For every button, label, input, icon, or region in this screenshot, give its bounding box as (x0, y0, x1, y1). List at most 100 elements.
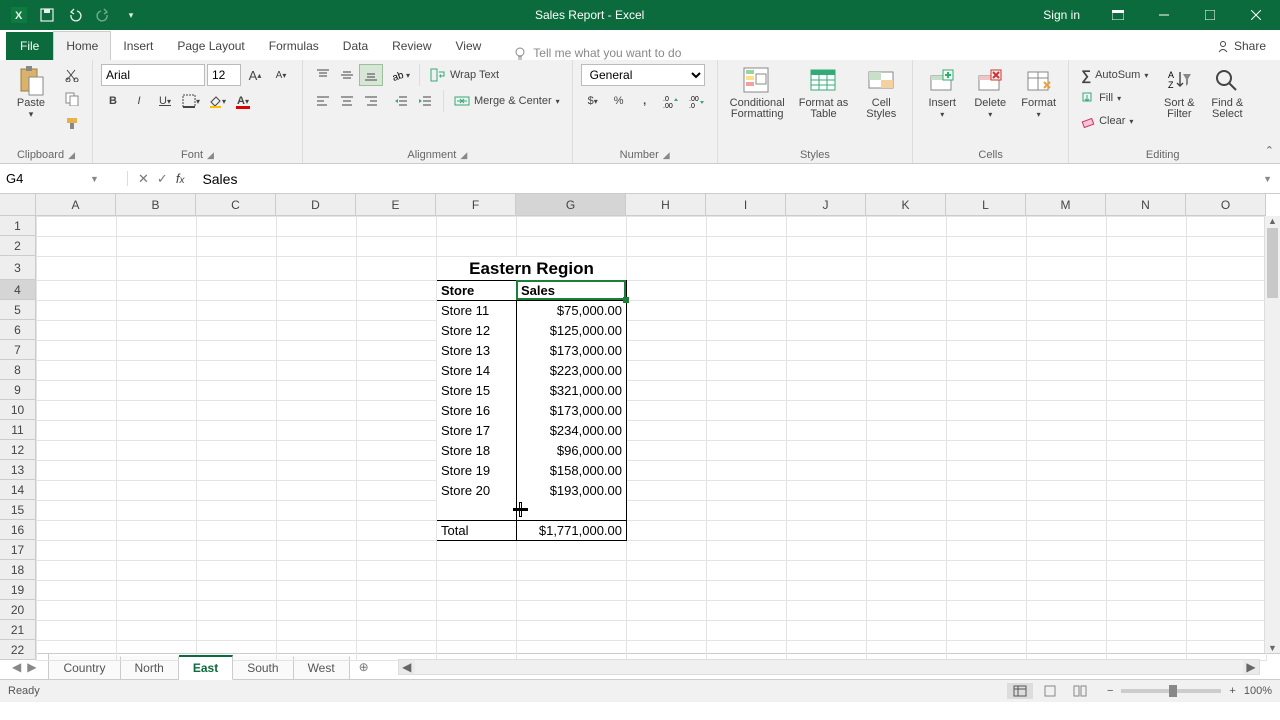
cell[interactable]: $158,000.00 (517, 461, 627, 481)
cell[interactable] (787, 561, 867, 581)
cell[interactable] (197, 321, 277, 341)
cell[interactable] (947, 421, 1027, 441)
cell[interactable] (627, 361, 707, 381)
cell[interactable] (947, 521, 1027, 541)
row-headers[interactable]: 12345678910111213141516171819202122 (0, 216, 36, 661)
cell[interactable] (117, 257, 197, 281)
cell[interactable] (357, 601, 437, 621)
cell[interactable] (37, 341, 117, 361)
align-top-button[interactable] (311, 64, 335, 86)
cell[interactable] (1107, 361, 1187, 381)
cell[interactable] (277, 237, 357, 257)
cell[interactable] (37, 361, 117, 381)
cell[interactable]: Store 11 (437, 301, 517, 321)
cell[interactable] (37, 541, 117, 561)
add-sheet-button[interactable]: ⊕ (350, 660, 378, 674)
font-size-select[interactable] (207, 64, 241, 86)
clipboard-dialog-launcher[interactable]: ◢ (68, 150, 75, 161)
cell[interactable] (357, 281, 437, 301)
minimize-button[interactable] (1142, 0, 1186, 30)
cell[interactable] (627, 421, 707, 441)
column-header[interactable]: K (866, 194, 946, 216)
row-header[interactable]: 13 (0, 460, 36, 480)
cell[interactable]: Store 16 (437, 401, 517, 421)
cell[interactable] (1187, 257, 1267, 281)
cell[interactable] (1107, 581, 1187, 601)
cell-styles-button[interactable]: Cell Styles (858, 64, 904, 122)
cell[interactable] (277, 641, 357, 661)
column-header[interactable]: D (276, 194, 356, 216)
cell[interactable] (1107, 541, 1187, 561)
cell[interactable] (947, 281, 1027, 301)
cell[interactable] (1107, 441, 1187, 461)
cell[interactable] (947, 581, 1027, 601)
cell[interactable] (277, 361, 357, 381)
cell[interactable] (867, 581, 947, 601)
cell[interactable] (197, 361, 277, 381)
tab-review[interactable]: Review (380, 32, 443, 60)
cell[interactable] (1107, 237, 1187, 257)
align-bottom-button[interactable] (359, 64, 383, 86)
cell[interactable]: Total (437, 521, 517, 541)
cell[interactable] (197, 601, 277, 621)
cell[interactable] (277, 621, 357, 641)
cell[interactable]: Eastern Region (437, 257, 627, 281)
cell[interactable]: Store 17 (437, 421, 517, 441)
enter-formula-button[interactable]: ✓ (157, 171, 168, 187)
cell[interactable] (117, 341, 197, 361)
cell[interactable] (707, 321, 787, 341)
cell[interactable] (197, 381, 277, 401)
cell[interactable] (1107, 461, 1187, 481)
save-button[interactable] (36, 4, 58, 26)
cell[interactable] (1187, 481, 1267, 501)
cell[interactable] (1187, 541, 1267, 561)
cell[interactable] (787, 217, 867, 237)
format-cells-button[interactable]: Format▾ (1017, 64, 1060, 122)
cell[interactable] (1027, 301, 1107, 321)
cell[interactable] (867, 541, 947, 561)
cell[interactable] (707, 381, 787, 401)
cell[interactable]: Store 18 (437, 441, 517, 461)
cell[interactable] (627, 641, 707, 661)
cell[interactable] (1187, 321, 1267, 341)
cell[interactable] (707, 581, 787, 601)
cell[interactable]: Store 14 (437, 361, 517, 381)
cell[interactable] (197, 301, 277, 321)
cell[interactable] (1107, 601, 1187, 621)
cell[interactable] (1027, 257, 1107, 281)
cell[interactable] (867, 521, 947, 541)
cell[interactable] (37, 301, 117, 321)
cell[interactable] (37, 381, 117, 401)
align-left-button[interactable] (311, 90, 335, 112)
decrease-indent-button[interactable] (389, 90, 413, 112)
cell[interactable] (1027, 217, 1107, 237)
cell[interactable] (517, 541, 627, 561)
cell[interactable] (277, 217, 357, 237)
name-box-input[interactable] (6, 171, 86, 186)
delete-cells-button[interactable]: Delete▾ (969, 64, 1011, 122)
cell[interactable] (787, 581, 867, 601)
tab-view[interactable]: View (444, 32, 494, 60)
autosum-button[interactable]: ∑AutoSum ▾ (1077, 64, 1152, 86)
cell[interactable] (1187, 601, 1267, 621)
cell[interactable] (867, 237, 947, 257)
cell[interactable] (947, 481, 1027, 501)
sort-filter-button[interactable]: AZSort & Filter (1158, 64, 1200, 122)
cell[interactable] (627, 301, 707, 321)
cell[interactable] (707, 217, 787, 237)
cell[interactable] (787, 421, 867, 441)
hscroll-left[interactable]: ◀ (399, 660, 415, 674)
cell[interactable] (707, 621, 787, 641)
cell[interactable] (627, 237, 707, 257)
cell[interactable] (867, 361, 947, 381)
cell[interactable] (627, 561, 707, 581)
cell[interactable] (117, 421, 197, 441)
column-header[interactable]: L (946, 194, 1026, 216)
fill-handle[interactable] (623, 297, 629, 303)
cell[interactable] (1187, 461, 1267, 481)
row-header[interactable]: 5 (0, 300, 36, 320)
cell[interactable] (357, 501, 437, 521)
sheet-nav-last[interactable]: ▶ (27, 660, 36, 674)
cell[interactable] (707, 561, 787, 581)
cell[interactable] (277, 561, 357, 581)
